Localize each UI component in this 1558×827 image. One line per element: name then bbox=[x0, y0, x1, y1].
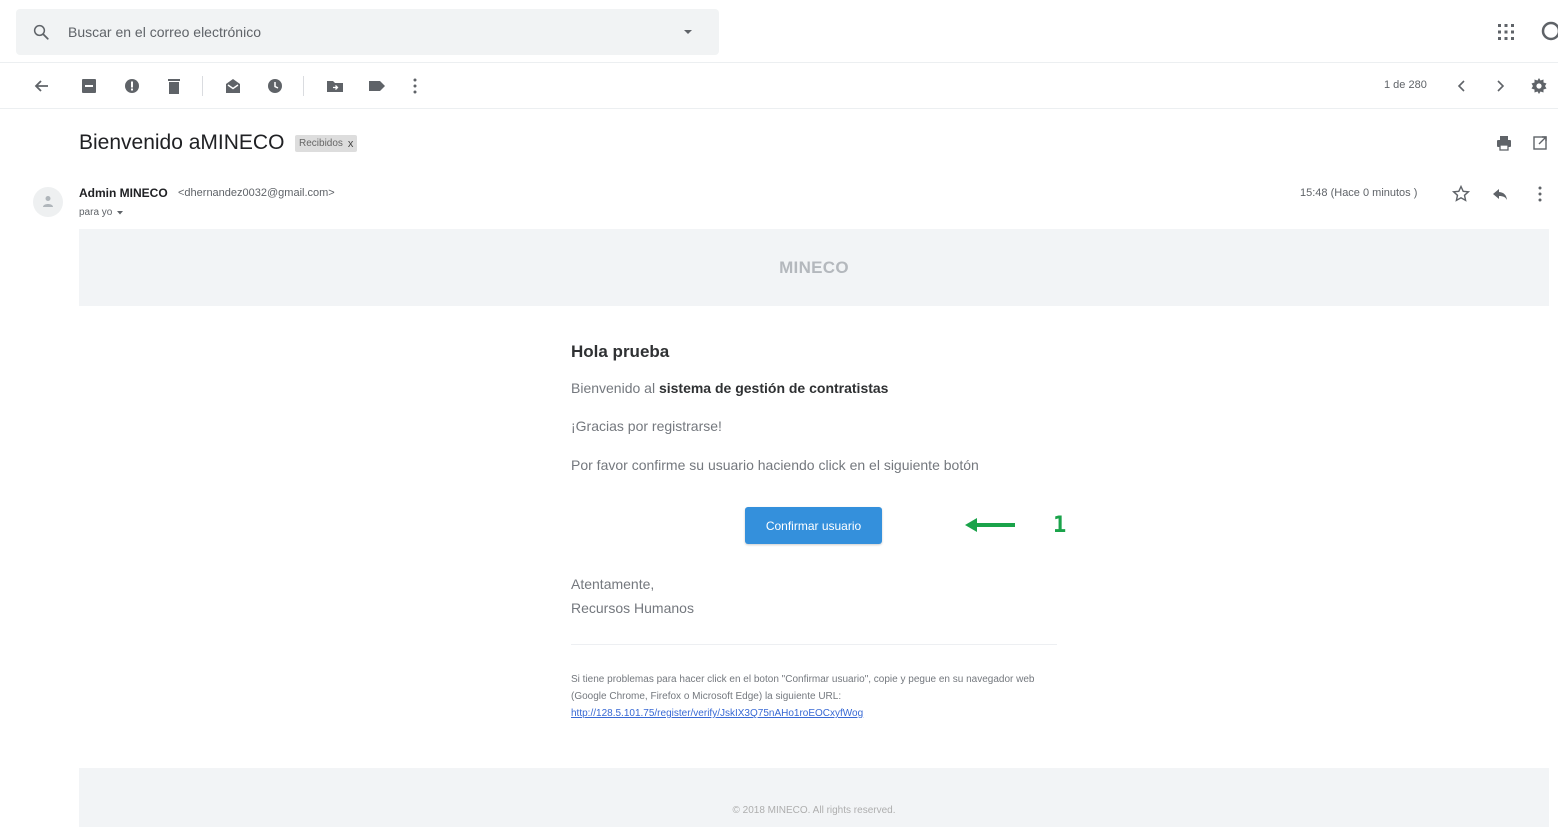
footer-copyright: © 2018 MINECO. All rights reserved. bbox=[732, 805, 896, 816]
snooze-clock-icon[interactable] bbox=[265, 76, 285, 96]
sender-name[interactable]: Admin MINECO bbox=[79, 186, 168, 200]
move-to-folder-icon[interactable] bbox=[325, 76, 345, 96]
account-icon[interactable] bbox=[1540, 20, 1558, 42]
star-icon[interactable] bbox=[1451, 184, 1471, 204]
search-input[interactable] bbox=[68, 9, 668, 55]
next-chevron-icon[interactable] bbox=[1490, 76, 1510, 96]
annotation-arrow-icon bbox=[965, 518, 1015, 532]
back-arrow-icon[interactable] bbox=[32, 76, 52, 96]
header-divider bbox=[0, 62, 1558, 63]
pagination-count: 1 de 280 bbox=[1384, 79, 1427, 91]
search-icon[interactable] bbox=[32, 23, 50, 41]
search-bar[interactable] bbox=[16, 9, 719, 55]
subcopy-text: Si tiene problemas para hacer click en e… bbox=[571, 674, 1035, 702]
report-spam-icon[interactable] bbox=[122, 76, 142, 96]
toolbar-divider bbox=[0, 108, 1558, 109]
mark-as-unread-icon[interactable] bbox=[223, 76, 243, 96]
email-greeting: Hola prueba bbox=[571, 342, 670, 361]
recipient-dropdown-icon[interactable] bbox=[116, 210, 124, 216]
email-subject: Bienvenido aMINECO bbox=[79, 131, 285, 154]
remove-label-button[interactable]: x bbox=[348, 138, 354, 150]
settings-gear-icon[interactable] bbox=[1529, 76, 1549, 96]
toolbar-separator bbox=[202, 76, 203, 96]
open-in-new-window-icon[interactable] bbox=[1531, 134, 1549, 152]
email-footer: © 2018 MINECO. All rights reserved. bbox=[79, 768, 1549, 827]
inbox-label-chip: Recibidos x bbox=[295, 135, 358, 152]
inbox-label-text: Recibidos bbox=[299, 138, 343, 149]
print-icon[interactable] bbox=[1495, 134, 1513, 152]
signature-line: Recursos Humanos bbox=[571, 600, 694, 616]
content-divider bbox=[571, 644, 1057, 645]
confirm-user-button[interactable]: Confirmar usuario bbox=[745, 507, 882, 544]
welcome-paragraph: Bienvenido al sistema de gestión de cont… bbox=[571, 380, 888, 396]
recipient-text: para yo bbox=[79, 207, 113, 218]
verification-link[interactable]: http://128.5.101.75/register/verify/JskI… bbox=[571, 708, 863, 719]
email-banner: MINECO bbox=[79, 229, 1549, 306]
apps-grid-icon[interactable] bbox=[1496, 22, 1516, 42]
sender-email: <dhernandez0032@gmail.com> bbox=[178, 187, 335, 199]
annotation-number: 1 bbox=[1053, 513, 1067, 538]
recipient-details[interactable]: para yo bbox=[79, 207, 124, 218]
more-options-icon[interactable] bbox=[405, 76, 425, 96]
person-icon bbox=[43, 196, 53, 207]
search-options-dropdown-icon[interactable] bbox=[682, 27, 694, 37]
toolbar-separator bbox=[303, 76, 304, 96]
archive-icon[interactable] bbox=[79, 76, 99, 96]
closing-line: Atentamente, bbox=[571, 576, 655, 592]
welcome-prefix: Bienvenido al bbox=[571, 380, 659, 396]
thanks-paragraph: ¡Gracias por registrarse! bbox=[571, 418, 722, 434]
message-timestamp: 15:48 (Hace 0 minutos ) bbox=[1300, 187, 1418, 199]
previous-chevron-icon[interactable] bbox=[1452, 76, 1472, 96]
label-icon[interactable] bbox=[367, 76, 387, 96]
sender-avatar bbox=[33, 187, 63, 217]
message-more-options-icon[interactable] bbox=[1530, 184, 1550, 204]
subcopy-paragraph: Si tiene problemas para hacer click en e… bbox=[571, 671, 1041, 722]
delete-icon[interactable] bbox=[164, 76, 184, 96]
welcome-system-name: sistema de gestión de contratistas bbox=[658, 380, 889, 396]
reply-icon[interactable] bbox=[1490, 184, 1510, 204]
email-brand[interactable]: MINECO bbox=[779, 258, 849, 278]
instruction-paragraph: Por favor confirme su usuario haciendo c… bbox=[571, 457, 979, 473]
